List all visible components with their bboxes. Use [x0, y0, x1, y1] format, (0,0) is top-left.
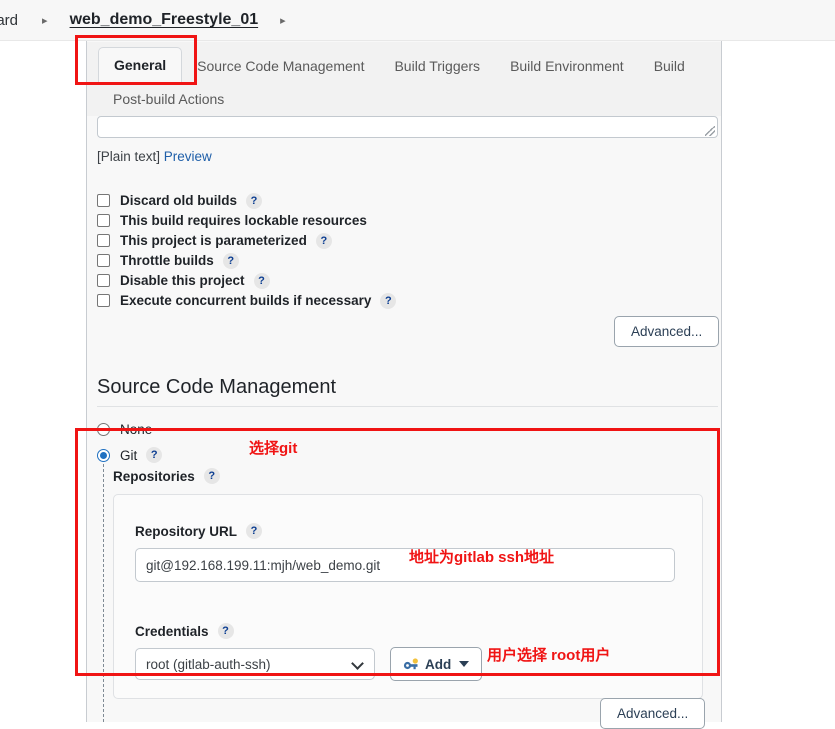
annotation-select-root-user: 用户选择 root用户 — [487, 647, 611, 664]
repositories-label: Repositories — [113, 468, 195, 484]
tab-general[interactable]: General — [98, 47, 183, 83]
help-icon-credentials[interactable]: ? — [217, 623, 234, 639]
checkbox-row-lockable-resources[interactable]: This build requires lockable resources — [97, 211, 396, 230]
tab-row-primary: General Source Code Management Build Tri… — [87, 42, 721, 83]
help-icon-throttle-builds[interactable]: ? — [222, 252, 239, 269]
git-section-guide-line — [103, 464, 104, 722]
annotation-gitlab-ssh-url: 地址为gitlab ssh地址 — [409, 549, 555, 566]
repository-url-input[interactable]: git@192.168.199.11:mjh/web_demo.git — [135, 548, 675, 582]
breadcrumb-item-current-job[interactable]: web_demo_Freestyle_01 — [70, 11, 259, 29]
checkbox-row-concurrent-builds[interactable]: Execute concurrent builds if necessary ? — [97, 291, 397, 310]
radio-scm-git[interactable] — [97, 448, 110, 462]
tab-build-environment[interactable]: Build Environment — [495, 50, 639, 83]
credentials-label: Credentials — [135, 623, 209, 639]
repository-card: Repository URL ? git@192.168.199.11:mjh/… — [113, 494, 703, 699]
description-markup-info: [Plain text] Preview — [97, 149, 212, 164]
checkbox-disable-project[interactable] — [97, 274, 110, 287]
help-icon-concurrent-builds[interactable]: ? — [380, 292, 397, 309]
checkbox-row-disable-project[interactable]: Disable this project ? — [97, 271, 396, 290]
checkbox-row-throttle-builds[interactable]: Throttle builds ? — [97, 251, 396, 270]
breadcrumb-item-dashboard[interactable]: oard — [0, 12, 18, 29]
breadcrumb: oard ▸ web_demo_Freestyle_01 ▸ — [0, 0, 835, 41]
radio-row-none[interactable]: None — [97, 422, 152, 437]
add-credentials-label: Add — [425, 656, 452, 672]
breadcrumb-chevron-down-icon[interactable]: ▸ — [280, 14, 286, 27]
description-textarea[interactable] — [97, 116, 718, 138]
textarea-resize-handle-icon[interactable] — [705, 126, 715, 136]
help-icon-repositories[interactable]: ? — [203, 468, 220, 484]
tab-source-code-management[interactable]: Source Code Management — [182, 50, 379, 83]
general-options-checkbox-list: Discard old builds ? This build requires… — [97, 191, 397, 311]
tab-build[interactable]: Build — [639, 50, 700, 83]
help-icon-git[interactable]: ? — [146, 447, 163, 463]
radio-scm-none[interactable] — [97, 423, 110, 436]
add-credentials-button[interactable]: Add — [390, 647, 483, 681]
repository-url-label-group: Repository URL ? — [135, 523, 263, 539]
key-icon — [403, 657, 418, 669]
advanced-button-scm[interactable]: Advanced... — [600, 698, 706, 729]
checkbox-parameterized[interactable] — [97, 234, 110, 247]
checkbox-label-concurrent-builds: Execute concurrent builds if necessary — [120, 293, 372, 308]
tab-post-build-actions[interactable]: Post-build Actions — [98, 83, 239, 116]
credentials-select-value: root (gitlab-auth-ssh) — [146, 656, 271, 672]
credentials-select[interactable]: root (gitlab-auth-ssh) — [135, 648, 375, 680]
section-divider — [97, 406, 718, 407]
checkbox-row-discard-old-builds[interactable]: Discard old builds ? — [97, 191, 396, 210]
section-heading-source-code-management: Source Code Management — [97, 376, 337, 398]
help-icon-disable-project[interactable]: ? — [253, 272, 270, 289]
repository-url-label: Repository URL — [135, 523, 238, 539]
repositories-label-group: Repositories ? — [113, 468, 220, 484]
help-icon-repository-url[interactable]: ? — [246, 523, 263, 539]
breadcrumb-separator-icon: ▸ — [42, 14, 48, 27]
credentials-label-group: Credentials ? — [135, 623, 234, 639]
radio-label-none: None — [120, 422, 153, 437]
checkbox-lockable-resources[interactable] — [97, 214, 110, 227]
config-tab-bar: General Source Code Management Build Tri… — [87, 42, 721, 116]
tab-row-secondary: Post-build Actions — [87, 83, 721, 116]
help-icon-parameterized[interactable]: ? — [315, 232, 332, 249]
preview-link[interactable]: Preview — [164, 149, 212, 164]
plain-text-label: [Plain text] — [97, 149, 161, 164]
chevron-down-icon — [352, 658, 364, 670]
radio-row-git[interactable]: Git ? — [97, 447, 163, 463]
caret-down-icon — [459, 661, 470, 667]
checkbox-label-throttle-builds: Throttle builds — [120, 253, 214, 268]
checkbox-label-lockable-resources: This build requires lockable resources — [120, 213, 367, 228]
checkbox-throttle-builds[interactable] — [97, 254, 110, 267]
general-form-area: [Plain text] Preview Discard old builds … — [87, 116, 721, 729]
checkbox-label-disable-project: Disable this project — [120, 273, 245, 288]
radio-label-git: Git — [120, 447, 138, 463]
checkbox-label-discard-old-builds: Discard old builds — [120, 193, 238, 208]
help-icon-discard-old-builds[interactable]: ? — [246, 192, 263, 209]
tab-build-triggers[interactable]: Build Triggers — [379, 50, 495, 83]
checkbox-label-parameterized: This project is parameterized — [120, 233, 307, 248]
checkbox-row-parameterized[interactable]: This project is parameterized ? — [97, 231, 396, 250]
annotation-select-git: 选择git — [249, 440, 298, 457]
checkbox-concurrent-builds[interactable] — [97, 294, 110, 307]
advanced-button-general[interactable]: Advanced... — [614, 316, 720, 347]
checkbox-discard-old-builds[interactable] — [97, 194, 110, 207]
